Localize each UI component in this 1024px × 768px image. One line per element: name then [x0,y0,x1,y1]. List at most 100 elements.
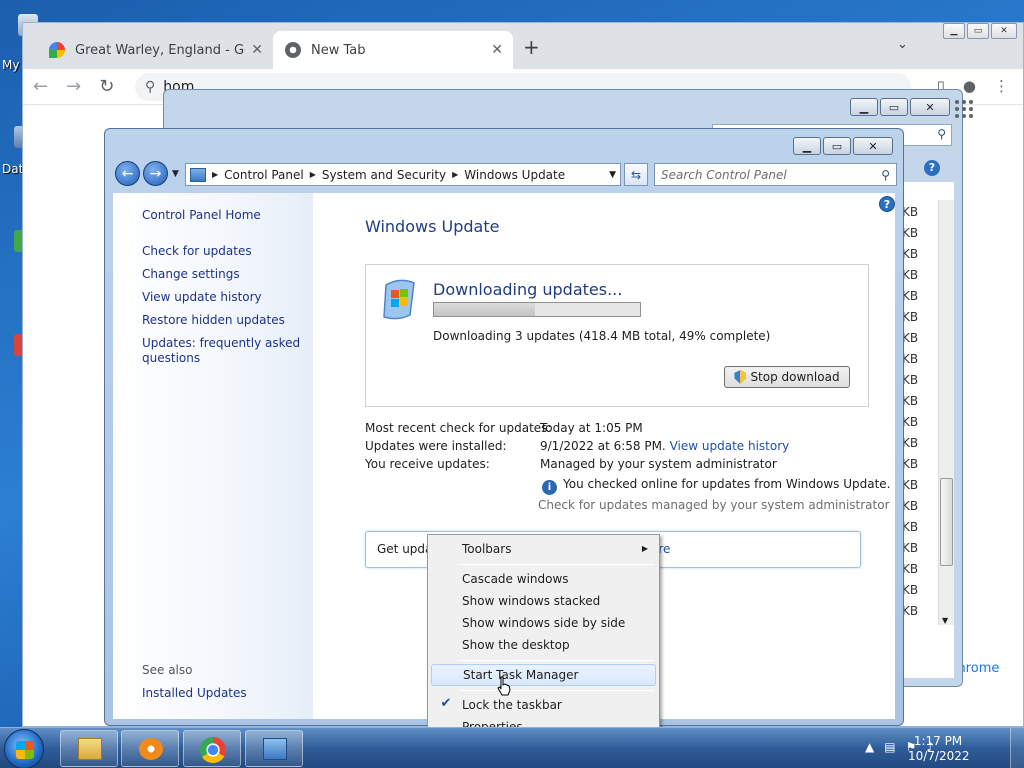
size-unit-cell: KB [902,205,919,219]
chevron-down-icon[interactable]: ▼ [609,170,616,180]
new-tab-plus-icon[interactable]: + [523,35,540,59]
link-restore-hidden-updates[interactable]: Restore hidden updates [142,313,285,327]
back-arrow-icon[interactable]: ← [33,76,48,97]
maximize-icon[interactable]: ▭ [967,23,989,39]
menu-item-start-task-manager[interactable]: Start Task Manager [431,664,656,686]
size-unit-cell: KB [902,436,919,450]
breadcrumb-arrow-icon[interactable]: ▶ [310,170,316,179]
close-icon[interactable]: ✕ [910,98,950,116]
profile-avatar-icon[interactable]: ● [963,77,976,95]
minimize-icon[interactable]: ▁ [850,98,878,116]
minimize-icon[interactable]: ▁ [943,23,965,39]
chevron-up-icon[interactable]: ▲ [865,740,874,754]
menu-separator [460,564,654,565]
menu-item-label: Show the desktop [462,638,570,652]
forward-arrow-icon[interactable]: → [143,161,168,186]
kebab-menu-icon[interactable]: ⋮ [994,77,1009,95]
download-status-panel: Downloading updates... Downloading 3 upd… [365,264,869,407]
taskbar-control-panel-button[interactable] [245,730,303,767]
forward-arrow-icon[interactable]: → [66,76,81,97]
admin-updates-link[interactable]: Check for updates managed by your system… [538,498,890,512]
download-heading: Downloading updates... [433,280,623,299]
minimize-icon[interactable]: ▁ [793,137,821,155]
close-icon[interactable]: ✕ [991,23,1017,39]
close-icon[interactable]: ✕ [491,42,503,58]
help-icon[interactable]: ? [924,160,940,176]
menu-item-toolbars[interactable]: Toolbars ▶ [431,538,656,560]
link-view-update-history[interactable]: View update history [142,290,262,304]
apps-grid-icon[interactable] [955,100,973,118]
menu-item-show-windows-side-by-side[interactable]: Show windows side by side [431,612,656,634]
menu-item-show-the-desktop[interactable]: Show the desktop [431,634,656,656]
close-icon[interactable]: ✕ [853,137,893,155]
menu-item-cascade-windows[interactable]: Cascade windows [431,568,656,590]
breadcrumb-item[interactable]: Control Panel [224,168,304,182]
checkmark-icon: ✔ [440,696,452,711]
size-unit-cell: KB [902,226,919,240]
size-unit-cell: KB [902,331,919,345]
chevron-down-icon[interactable]: ⌄ [897,37,908,52]
receive-label: You receive updates: [365,457,490,471]
control-panel-icon [263,738,287,760]
recent-check-value: Today at 1:05 PM [540,421,643,435]
menu-item-show-windows-stacked[interactable]: Show windows stacked [431,590,656,612]
scrollbar-thumb[interactable] [940,478,953,566]
view-update-history-link[interactable]: View update history [670,439,790,453]
breadcrumb-item[interactable]: System and Security [322,168,446,182]
start-button[interactable] [4,729,44,768]
search-input[interactable]: Search Control Panel ⚲ [654,163,897,186]
size-unit-cell: KB [902,310,919,324]
network-icon[interactable]: ▤ [884,740,895,754]
size-unit-cell: KB [902,604,919,618]
size-unit-cell: KB [902,352,919,366]
search-icon: ⚲ [937,127,946,141]
address-bar[interactable]: ▶ Control Panel ▶ System and Security ▶ … [185,163,621,186]
link-installed-updates[interactable]: Installed Updates [142,686,247,700]
show-desktop-button[interactable] [1010,728,1024,768]
maximize-icon[interactable]: ▭ [880,98,908,116]
window-controls: ▁ ▭ ✕ [850,98,950,116]
menu-item-label: Toolbars [462,542,512,556]
link-updates-faq[interactable]: Updates: frequently asked [142,336,300,350]
recent-check-label: Most recent check for updates: [365,421,552,435]
scroll-down-icon[interactable]: ▼ [942,616,948,625]
refresh-button[interactable]: ⇆ [624,163,648,186]
online-note: You checked online for updates from Wind… [563,477,891,491]
link-check-for-updates[interactable]: Check for updates [142,244,252,258]
left-task-pane: Control Panel Home Check for updates Cha… [113,193,313,719]
see-also-label: See also [142,663,193,677]
breadcrumb-item[interactable]: Windows Update [464,168,565,182]
menu-item-label: Start Task Manager [463,668,579,682]
link-updates-faq[interactable]: questions [142,351,200,365]
taskbar-explorer-button[interactable] [60,730,118,767]
taskbar-chrome-button[interactable] [183,730,241,767]
refresh-icon: ⇆ [630,167,642,182]
chrome-tab-maps[interactable]: Great Warley, England - Google M ✕ [37,31,273,69]
menu-item-label: Show windows side by side [462,616,626,630]
control-panel-icon [190,167,206,182]
stop-download-button[interactable]: Stop download [724,366,850,388]
link-control-panel-home[interactable]: Control Panel Home [142,208,261,222]
installed-value: 9/1/2022 at 6:58 PM. [540,439,666,453]
size-unit-column: KB KB KB KB KB KB KB KB KB KB KB KB KB KB KB KB KB KB KB KB [902,205,938,625]
nav-buttons: ← → ▼ [115,161,179,186]
chrome-logo-icon [200,737,226,763]
background-scrollbar[interactable]: ▼ [938,200,954,625]
help-icon[interactable]: ? [879,196,895,212]
maximize-icon[interactable]: ▭ [823,137,851,155]
breadcrumb-arrow-icon[interactable]: ▶ [452,170,458,179]
taskbar-media-player-button[interactable] [121,730,179,767]
close-icon[interactable]: ✕ [251,42,263,58]
reload-icon[interactable]: ↻ [99,76,114,97]
menu-separator [460,690,654,691]
submenu-arrow-icon: ▶ [641,544,648,553]
link-change-settings[interactable]: Change settings [142,267,240,281]
menu-item-lock-the-taskbar[interactable]: ✔ Lock the taskbar [431,694,656,716]
chrome-tab-newtab[interactable]: New Tab ✕ [273,31,513,69]
breadcrumb-arrow-icon[interactable]: ▶ [212,170,218,179]
back-arrow-icon[interactable]: ← [115,161,140,186]
chevron-down-icon[interactable]: ▼ [172,169,179,179]
clock-time: 1:17 PM [913,734,963,748]
clock[interactable]: 1:17 PM 10/7/2022 [908,734,970,764]
folder-icon [78,738,102,760]
